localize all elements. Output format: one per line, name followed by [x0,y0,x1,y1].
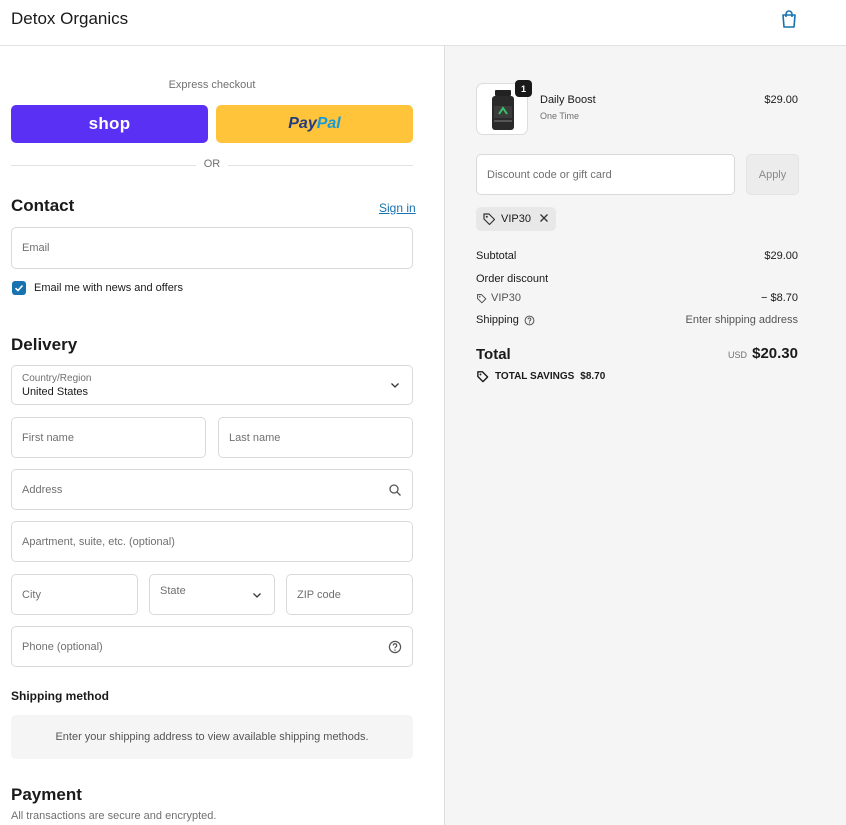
checkmark-icon [14,284,24,292]
shop-pay-logo: shop [88,114,131,133]
sign-in-link[interactable]: Sign in [379,201,416,215]
subtotal-label: Subtotal [476,250,517,262]
apply-discount-button[interactable]: Apply [746,154,799,195]
total-savings: TOTAL SAVINGS $8.70 [476,370,605,383]
applied-discount-chip: VIP30 [476,207,556,231]
phone-field[interactable]: Phone (optional) [11,626,413,667]
savings-value: $8.70 [580,371,606,382]
paypal-logo-pal: Pal [316,115,341,132]
shipping-row: Shipping [476,314,535,326]
tag-icon [483,213,496,226]
delivery-title: Delivery [11,335,78,354]
help-circle-icon[interactable] [524,315,535,326]
city-field[interactable]: City [11,574,138,615]
email-field[interactable]: Email [11,227,413,269]
paypal-logo-pay: Pay [288,115,317,132]
shopping-bag-icon[interactable] [779,9,799,29]
quantity-badge: 1 [515,80,532,97]
apply-label: Apply [758,168,787,181]
discount-code-text: VIP30 [491,292,521,304]
savings-label: TOTAL SAVINGS [495,371,575,382]
zip-placeholder: ZIP code [297,588,341,601]
first-name-placeholder: First name [22,431,74,444]
total-currency: USD [728,350,748,360]
shipping-method-title: Shipping method [11,689,109,703]
address-field[interactable]: Address [11,469,413,510]
first-name-field[interactable]: First name [11,417,206,458]
help-circle-icon[interactable] [388,640,402,654]
payment-subtitle: All transactions are secure and encrypte… [11,810,217,822]
express-checkout-label: Express checkout [168,79,256,91]
total-value: $20.30 [752,345,798,362]
city-placeholder: City [22,588,41,601]
state-placeholder: State [160,584,186,597]
or-label: OR [196,158,228,170]
discount-value: − $8.70 [760,292,798,304]
phone-placeholder: Phone (optional) [22,640,103,653]
paypal-button[interactable]: Pay Pal [216,105,413,143]
country-select[interactable]: Country/Region United States [11,365,413,405]
apartment-field[interactable]: Apartment, suite, etc. (optional) [11,521,413,562]
subtotal-value: $29.00 [764,250,798,262]
shipping-method-message: Enter your shipping address to view avai… [55,731,369,743]
order-discount-label: Order discount [476,273,549,285]
country-label: Country/Region [22,373,92,384]
tag-icon [477,371,489,383]
shipping-method-notice: Enter your shipping address to view avai… [11,715,413,759]
payment-title: Payment [11,785,82,804]
last-name-field[interactable]: Last name [218,417,413,458]
shop-pay-button[interactable]: shop [11,105,208,143]
contact-title: Contact [11,196,75,215]
discount-code-row: VIP30 [476,292,521,304]
tag-icon [477,293,487,303]
order-summary: 1 Daily Boost One Time $29.00 Discount c… [444,46,846,825]
search-icon [389,483,401,496]
product-price: $29.00 [764,94,798,106]
apartment-placeholder: Apartment, suite, etc. (optional) [22,535,175,548]
state-select[interactable]: State [149,574,275,615]
product-purchase-type: One Time [540,111,580,121]
applied-discount-code: VIP30 [501,213,531,225]
address-placeholder: Address [22,483,63,496]
country-value: United States [22,386,89,398]
chevron-down-icon [391,383,399,388]
chevron-down-icon [253,592,261,598]
close-icon[interactable] [538,212,550,224]
page-header: Detox Organics [0,0,846,46]
product-name: Daily Boost [540,94,596,106]
total-label: Total [476,346,511,363]
newsletter-checkbox[interactable] [12,281,26,295]
checkout-form: Express checkout shop Pay Pal OR Contact … [0,46,444,825]
discount-placeholder: Discount code or gift card [487,168,612,181]
brand-name[interactable]: Detox Organics [11,9,128,29]
newsletter-label: Email me with news and offers [34,282,183,294]
last-name-placeholder: Last name [229,431,281,444]
email-placeholder: Email [22,242,50,254]
shipping-label: Shipping [476,314,519,326]
shipping-value: Enter shipping address [685,314,798,326]
discount-code-input[interactable]: Discount code or gift card [476,154,735,195]
zip-field[interactable]: ZIP code [286,574,413,615]
